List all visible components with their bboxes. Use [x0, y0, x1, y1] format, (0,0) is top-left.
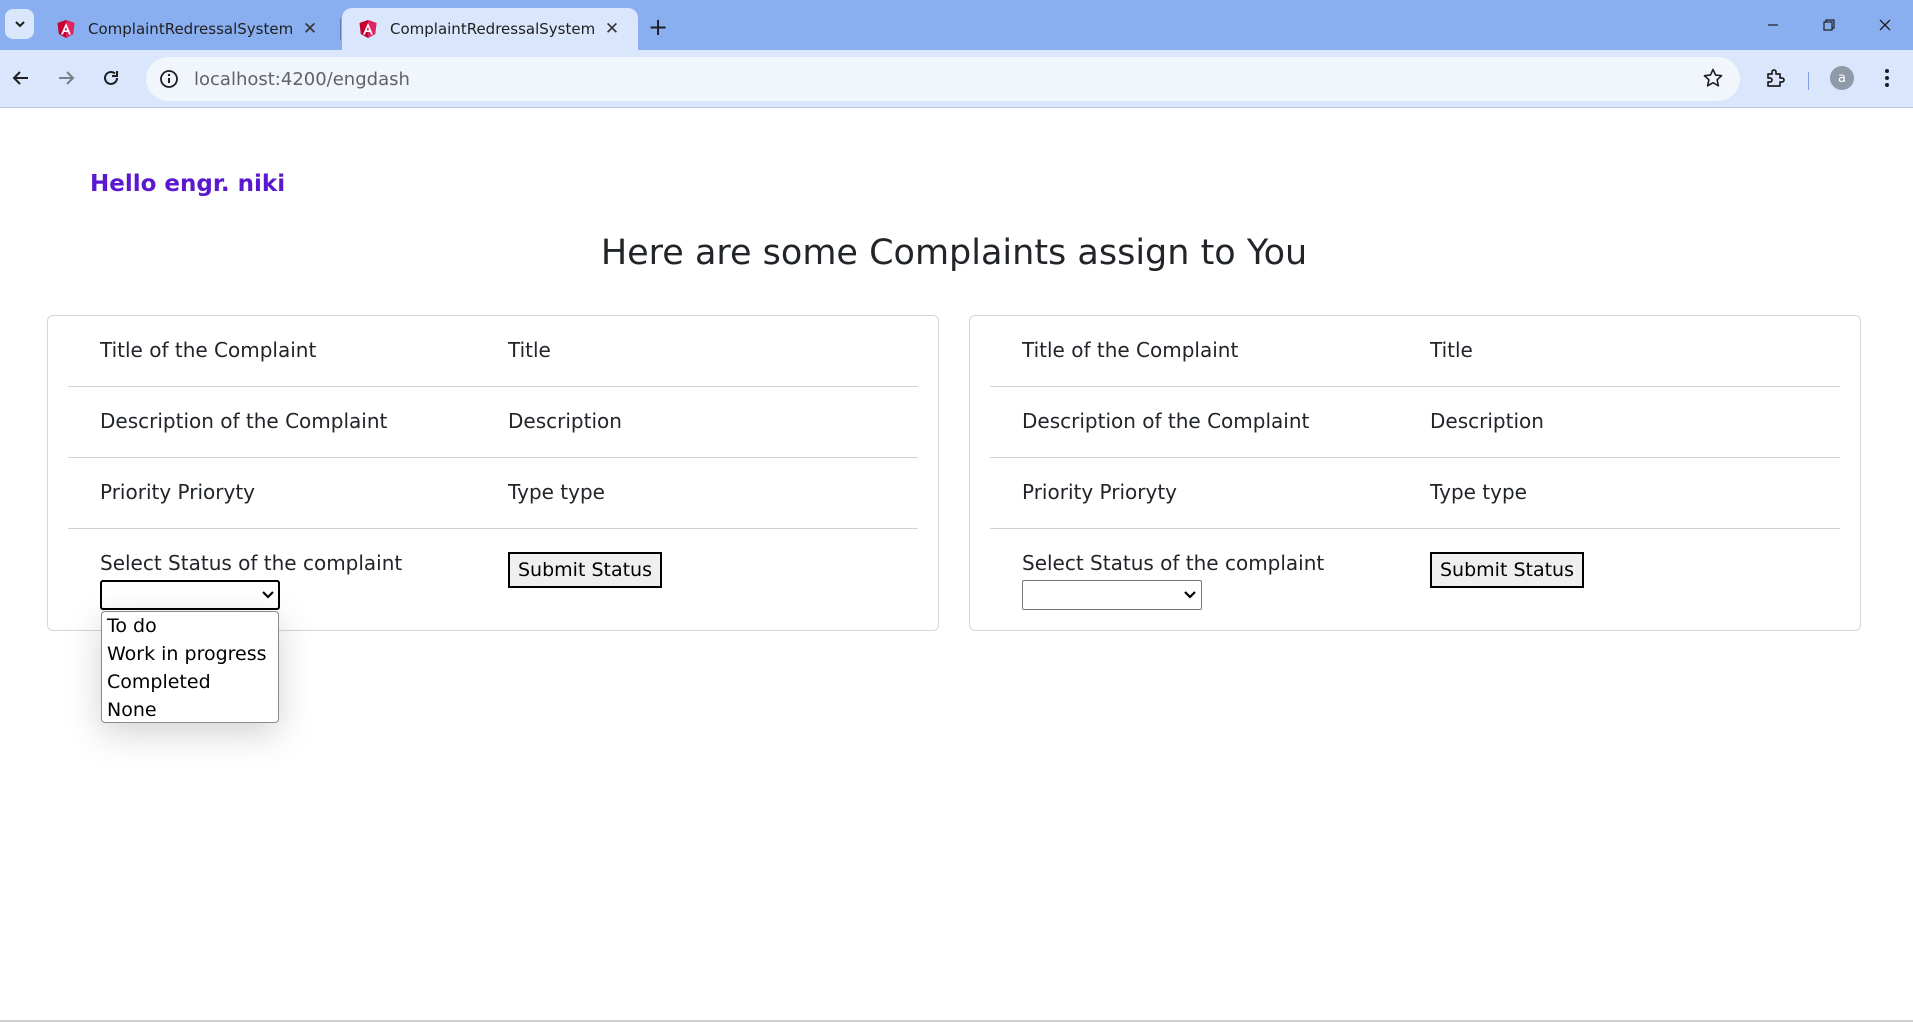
chevron-down-icon [14, 21, 25, 28]
browser-menu-button[interactable] [1870, 61, 1904, 95]
close-window-button[interactable] [1857, 0, 1913, 50]
complaint-status-row: Select Status of the complaint Submit St… [68, 529, 918, 619]
tab-complaint-2[interactable]: ComplaintRedressalSystem ✕ [342, 8, 638, 50]
minimize-icon [1768, 24, 1778, 26]
restore-icon [1823, 19, 1835, 31]
chevron-down-icon [1184, 591, 1196, 599]
browser-toolbar: localhost:4200/engdash a [0, 50, 1913, 108]
complaint-description-row: Description of the Complaint Description [990, 387, 1840, 458]
address-bar[interactable]: localhost:4200/engdash [146, 57, 1740, 101]
priority-text: Priority Prioryty [1022, 480, 1177, 504]
minimize-button[interactable] [1745, 0, 1801, 50]
url-text: localhost:4200/engdash [194, 68, 410, 90]
page-content: Hello engr. niki Here are some Complaint… [0, 109, 1913, 1021]
greeting-text: Hello engr. niki [90, 171, 286, 197]
arrow-right-icon [59, 71, 75, 85]
title-label: Title of the Complaint [100, 338, 317, 362]
type-text: Type type [508, 480, 605, 504]
description-value: Description [508, 409, 622, 433]
puzzle-icon [1767, 69, 1785, 87]
status-option-none[interactable]: None [102, 697, 278, 725]
angular-favicon-icon [359, 20, 377, 38]
status-label: Select Status of the complaint [100, 551, 403, 575]
description-label: Description of the Complaint [100, 409, 388, 433]
back-button[interactable] [4, 61, 38, 95]
close-icon[interactable]: ✕ [600, 17, 624, 41]
bottom-divider [0, 1020, 1913, 1022]
extensions-button[interactable] [1758, 61, 1792, 95]
submit-status-button[interactable]: Submit Status [508, 552, 662, 588]
type-text: Type type [1430, 480, 1527, 504]
restore-button[interactable] [1801, 0, 1857, 50]
complaint-title-row: Title of the Complaint Title [68, 316, 918, 387]
status-select[interactable] [100, 580, 280, 610]
title-label: Title of the Complaint [1022, 338, 1239, 362]
title-value: Title [508, 338, 551, 362]
arrow-left-icon [12, 71, 28, 85]
bookmark-star-icon[interactable] [1702, 67, 1724, 93]
complaint-status-row: Select Status of the complaint Submit St… [990, 529, 1840, 619]
status-dropdown-list: To do Work in progress Completed None [101, 611, 279, 723]
priority-text: Priority Prioryty [100, 480, 255, 504]
forward-button[interactable] [49, 61, 83, 95]
title-value: Title [1430, 338, 1473, 362]
avatar: a [1830, 66, 1854, 90]
more-vert-icon [1885, 69, 1889, 87]
tab-title: ComplaintRedressalSystem [390, 20, 596, 38]
new-tab-button[interactable]: + [643, 12, 673, 42]
description-value: Description [1430, 409, 1544, 433]
tab-divider [340, 18, 341, 40]
complaint-card: Title of the Complaint Title Description… [969, 315, 1861, 631]
tab-title: ComplaintRedressalSystem [88, 20, 294, 38]
reload-icon [104, 70, 118, 85]
status-select[interactable] [1022, 580, 1202, 610]
complaint-description-row: Description of the Complaint Description [68, 387, 918, 458]
submit-status-button[interactable]: Submit Status [1430, 552, 1584, 588]
reload-button[interactable] [94, 61, 128, 95]
angular-favicon-icon [57, 20, 75, 38]
tab-complaint-1[interactable]: ComplaintRedressalSystem ✕ [40, 8, 336, 50]
status-option-completed[interactable]: Completed [102, 669, 278, 697]
complaint-priority-row: Priority Prioryty Type type [990, 458, 1840, 529]
chevron-down-icon [262, 591, 274, 599]
close-icon[interactable]: ✕ [298, 17, 322, 41]
site-info-icon[interactable] [156, 66, 182, 92]
complaint-card: Title of the Complaint Title Description… [47, 315, 939, 631]
status-option-in-progress[interactable]: Work in progress [102, 641, 278, 669]
toolbar-divider [1808, 72, 1809, 90]
profile-button[interactable]: a [1825, 61, 1859, 95]
status-option-todo[interactable]: To do [102, 613, 278, 641]
description-label: Description of the Complaint [1022, 409, 1310, 433]
close-icon [1879, 19, 1891, 31]
complaint-title-row: Title of the Complaint Title [990, 316, 1840, 387]
complaint-priority-row: Priority Prioryty Type type [68, 458, 918, 529]
tab-strip: ComplaintRedressalSystem ✕ ComplaintRedr… [0, 0, 1913, 50]
page-title: Here are some Complaints assign to You [600, 233, 1308, 273]
tab-search-button[interactable] [5, 9, 34, 39]
status-label: Select Status of the complaint [1022, 551, 1325, 575]
